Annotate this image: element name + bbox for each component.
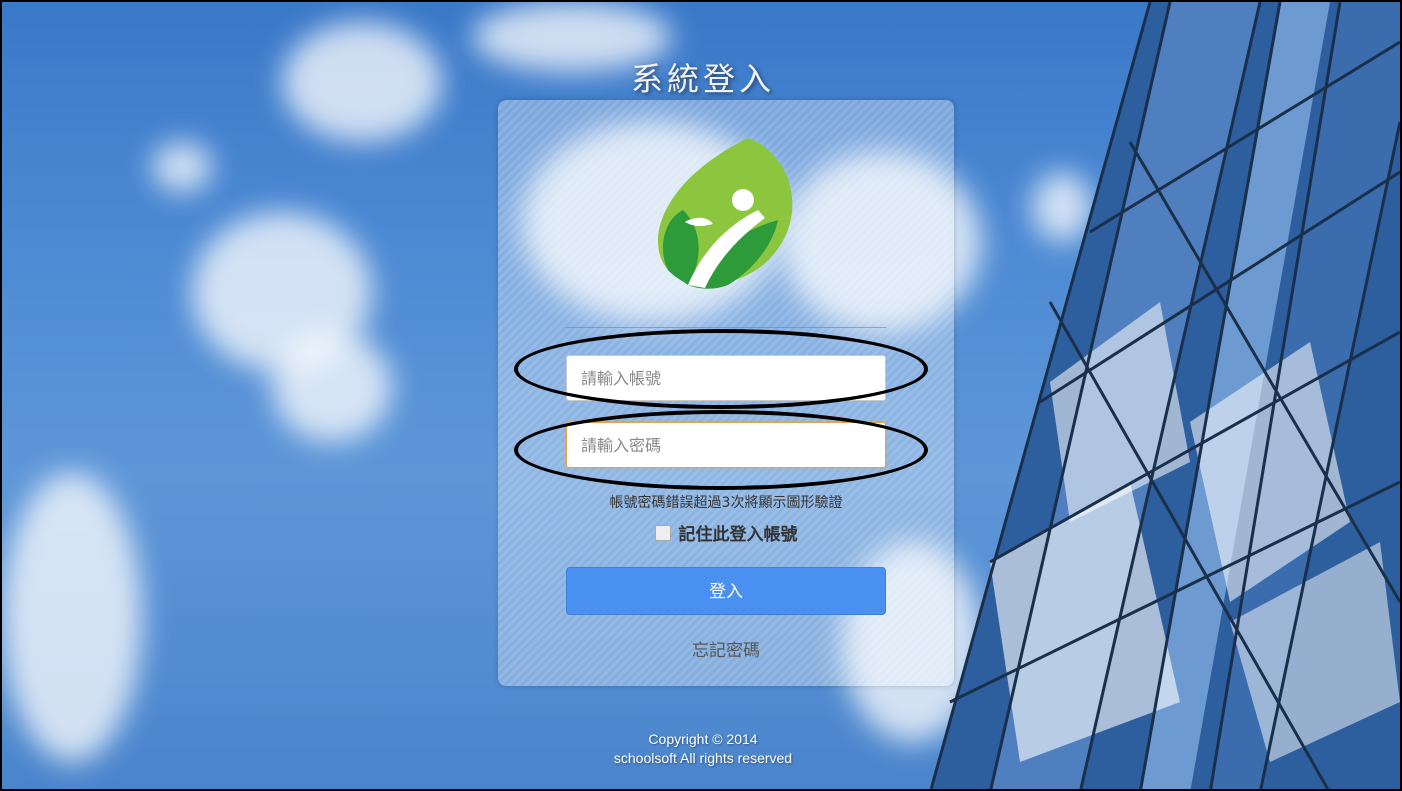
password-input[interactable] xyxy=(566,422,886,468)
page-title: 系統登入 xyxy=(630,60,775,98)
building-facade xyxy=(930,2,1400,789)
forgot-password-link[interactable]: 忘記密碼 xyxy=(498,636,954,661)
login-page: 系統登入 帳號密碼錯誤超過3次將顯示圖形驗證 記住此登入帳號 登入 忘記密碼 C… xyxy=(0,0,1402,791)
remember-checkbox[interactable] xyxy=(654,525,671,541)
copyright-line2: schoolsoft All rights reserved xyxy=(613,750,793,766)
remember-account[interactable]: 記住此登入帳號 xyxy=(498,520,954,545)
background-cloud xyxy=(272,332,392,442)
copyright: Copyright © 2014 schoolsoft All rights r… xyxy=(2,730,1400,768)
account-input[interactable] xyxy=(566,355,886,401)
login-card: 帳號密碼錯誤超過3次將顯示圖形驗證 記住此登入帳號 登入 忘記密碼 xyxy=(498,100,954,686)
building-background xyxy=(930,2,1400,789)
background-cloud xyxy=(152,142,212,192)
captcha-hint: 帳號密碼錯誤超過3次將顯示圖形驗證 xyxy=(609,495,843,511)
remember-label[interactable]: 記住此登入帳號 xyxy=(679,525,798,545)
divider xyxy=(566,327,886,328)
login-button[interactable]: 登入 xyxy=(566,567,886,615)
copyright-line1: Copyright © 2014 xyxy=(648,731,758,747)
leaf-person-logo-icon xyxy=(657,138,793,289)
background-cloud xyxy=(2,472,142,762)
